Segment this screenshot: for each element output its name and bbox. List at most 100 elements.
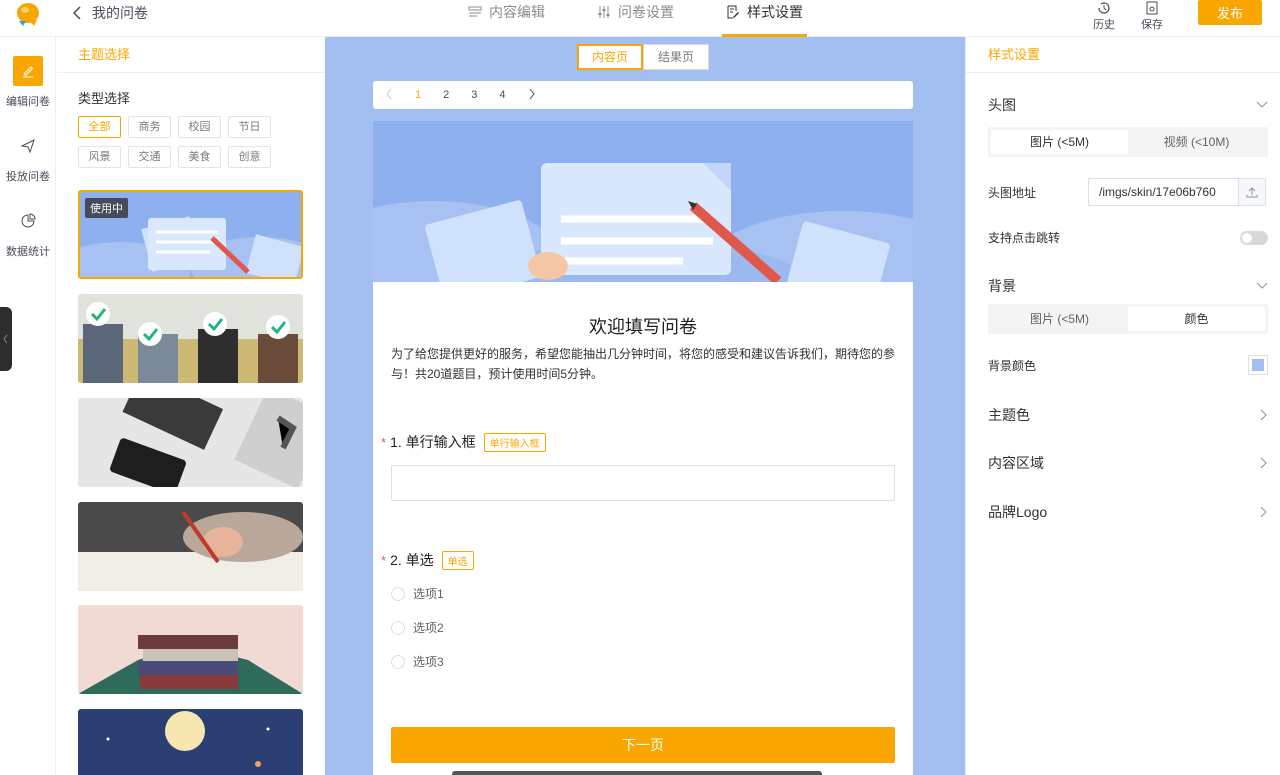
category-festival[interactable]: 节日 [228, 116, 271, 138]
background-section[interactable]: 背景 [988, 276, 1268, 296]
next-page-button[interactable]: 下一页 [391, 727, 895, 763]
brand-logo-row[interactable]: 品牌Logo [988, 502, 1268, 522]
survey-form: 欢迎填写问卷 为了给您提供更好的服务，希望您能抽出几分钟时间，将您的感受和建议告… [373, 121, 913, 775]
theme-color-row[interactable]: 主题色 [988, 405, 1268, 425]
tab-result-page[interactable]: 结果页 [643, 44, 709, 70]
background-type-toggle: 图片 (<5M) 颜色 [988, 304, 1268, 334]
save-label: 保存 [1141, 19, 1163, 31]
tab-style-settings[interactable]: 样式设置 [722, 0, 807, 37]
radio-option[interactable]: 选项3 [391, 653, 444, 670]
category-all[interactable]: 全部 [78, 116, 121, 138]
nav-item-stats[interactable]: 数据统计 [0, 206, 56, 259]
category-traffic[interactable]: 交通 [128, 146, 171, 168]
history-icon [1098, 2, 1110, 14]
click-jump-toggle[interactable] [1240, 230, 1268, 245]
theme-thumbnail[interactable] [78, 398, 303, 487]
click-jump-label: 支持点击跳转 [988, 231, 1061, 245]
chevron-right-icon [1260, 409, 1267, 421]
next-page-button[interactable] [528, 88, 536, 103]
page-type-tabs: 内容页 结果页 [577, 44, 709, 70]
theme-thumbnail[interactable] [78, 605, 303, 694]
option-label: 选项2 [413, 621, 444, 635]
chevron-left-icon [72, 6, 81, 20]
collapse-handle[interactable] [0, 307, 12, 371]
content-area-row[interactable]: 内容区域 [988, 453, 1268, 473]
upload-icon [1246, 187, 1258, 198]
question-type-tag: 单行输入框 [483, 432, 546, 452]
segment-image[interactable]: 图片 (<5M) [991, 307, 1128, 331]
segment-video[interactable]: 视频 (<10M) [1128, 130, 1265, 154]
radio-option[interactable]: 选项1 [391, 585, 444, 602]
color-swatch [1252, 359, 1264, 371]
nav-label: 投放问卷 [6, 171, 50, 183]
category-campus[interactable]: 校园 [178, 116, 221, 138]
head-image-url-input[interactable]: /imgs/skin/17e06b760 [1088, 178, 1266, 206]
theme-thumbnail[interactable] [78, 502, 303, 591]
segment-image[interactable]: 图片 (<5M) [991, 130, 1128, 154]
theme-thumbnail[interactable] [78, 294, 303, 383]
theme-thumbnail-active[interactable]: 使用中 [78, 190, 303, 279]
pencil-icon [13, 56, 43, 86]
chevron-right-icon [1260, 506, 1267, 518]
theme-image [78, 294, 303, 383]
publish-button[interactable]: 发布 [1198, 0, 1262, 25]
page-number[interactable]: 1 [415, 89, 421, 101]
back-button[interactable]: 我的问卷 [72, 3, 148, 23]
head-image [373, 121, 913, 282]
save-button[interactable]: 保存 [1137, 0, 1167, 32]
radio-option[interactable]: 选项2 [391, 619, 444, 636]
section-title: 背景 [988, 278, 1016, 294]
section-title: 头图 [988, 97, 1016, 113]
theme-image [78, 709, 303, 775]
nav-item-distribute[interactable]: 投放问卷 [0, 131, 56, 184]
single-line-input[interactable] [391, 465, 895, 501]
prev-page-button[interactable] [385, 88, 393, 103]
required-mark: * [381, 552, 387, 568]
segment-color[interactable]: 颜色 [1128, 307, 1265, 331]
category-food[interactable]: 美食 [178, 146, 221, 168]
form-title: 欢迎填写问卷 [589, 317, 697, 337]
page-number[interactable]: 4 [499, 89, 505, 101]
theme-image [78, 605, 303, 694]
chevron-down-icon [1256, 101, 1268, 108]
top-bar: 我的问卷 内容编辑 问卷设置 样式设置 历史 保存 发布 [0, 0, 1280, 37]
head-image-section[interactable]: 头图 [988, 95, 1268, 115]
section-title: 品牌Logo [988, 504, 1048, 520]
background-color-picker[interactable] [1248, 355, 1268, 375]
send-icon [13, 131, 43, 161]
style-settings-panel: 样式设置 头图 图片 (<5M) 视频 (<10M) 头图地址 /imgs/sk… [965, 37, 1280, 775]
save-icon [1146, 1, 1158, 15]
category-scenery[interactable]: 风景 [78, 146, 121, 168]
style-panel-title: 样式设置 [966, 37, 1280, 73]
page-pager: 1 2 3 4 [373, 81, 913, 109]
category-business[interactable]: 商务 [128, 116, 171, 138]
section-title: 内容区域 [988, 455, 1044, 471]
upload-button[interactable] [1238, 179, 1265, 205]
type-label: 类型选择 [78, 91, 131, 106]
nav-label: 数据统计 [6, 246, 50, 258]
tab-content-page[interactable]: 内容页 [577, 44, 643, 70]
form-description: 为了给您提供更好的服务，希望您能抽出几分钟时间，将您的感受和建议告诉我们，期待您… [391, 347, 896, 381]
app-logo [17, 3, 39, 26]
horizontal-scrollbar[interactable] [452, 771, 822, 775]
side-nav: 编辑问卷 投放问卷 数据统计 [0, 37, 56, 775]
question-title: 1. 单行输入框 [390, 434, 476, 450]
back-label: 我的问卷 [92, 5, 148, 21]
tab-content-edit[interactable]: 内容编辑 [468, 0, 545, 37]
chevron-right-icon [529, 88, 535, 99]
tab-survey-settings[interactable]: 问卷设置 [597, 0, 674, 37]
chevron-left-icon [3, 334, 8, 344]
theme-panel-title: 主题选择 [57, 37, 325, 73]
theme-thumbnail[interactable] [78, 709, 303, 775]
main-tabs: 内容编辑 问卷设置 样式设置 [468, 0, 855, 37]
section-title: 主题色 [988, 407, 1030, 423]
chevron-down-icon [1256, 282, 1268, 289]
nav-item-edit[interactable]: 编辑问卷 [0, 56, 56, 109]
page-number[interactable]: 2 [443, 89, 449, 101]
category-creative[interactable]: 创意 [228, 146, 271, 168]
in-use-badge: 使用中 [85, 198, 128, 218]
history-button[interactable]: 历史 [1089, 0, 1119, 32]
option-label: 选项3 [413, 655, 444, 669]
radio-circle-icon [391, 620, 405, 635]
page-number[interactable]: 3 [471, 89, 477, 101]
